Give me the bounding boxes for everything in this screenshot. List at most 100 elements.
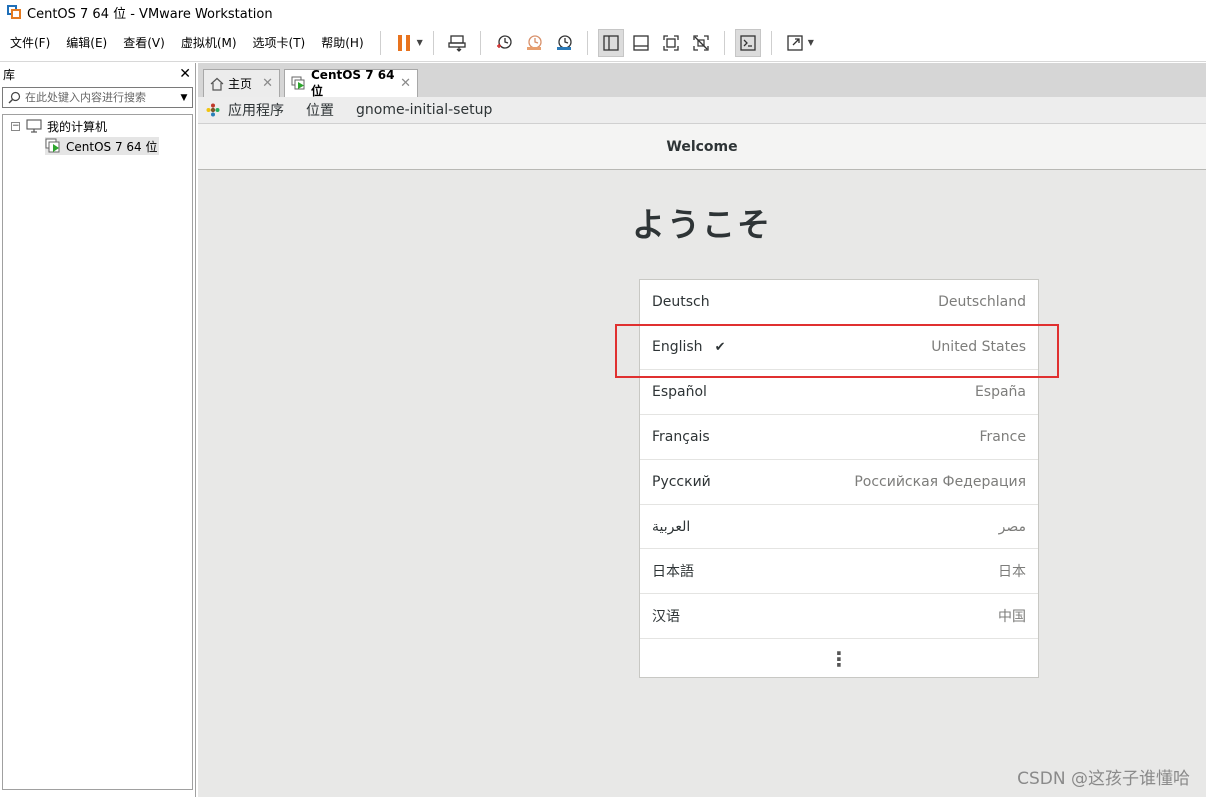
home-icon [210,77,224,91]
menu-edit[interactable]: 编辑(E) [58,24,115,62]
menu-file[interactable]: 文件(F) [0,24,58,62]
library-search-input[interactable] [25,91,176,104]
title-bar: CentOS 7 64 位 - VMware Workstation [0,0,1206,24]
language-row-chinese[interactable]: 汉语 中国 [640,594,1038,639]
app-menu-label: gnome-initial-setup [356,102,493,118]
language-row-russian[interactable]: Русский Российская Федерация [640,460,1038,505]
guest-display[interactable]: 应用程序 位置 gnome-initial-setup Welcome ようこそ… [198,97,1206,797]
language-region: Deutschland [938,294,1026,310]
tab-label: CentOS 7 64 位 [311,68,395,98]
header-title: Welcome [666,138,738,155]
tab-strip: 主页 ✕ CentOS 7 64 位 ✕ [198,63,1206,98]
toolbar-separator [479,30,481,55]
revert-snapshot-icon [526,34,542,50]
app-menu[interactable]: gnome-initial-setup [356,102,492,118]
close-tab-icon[interactable]: ✕ [400,76,411,91]
places-menu[interactable]: 位置 [306,100,334,120]
stretch-icon [787,34,803,51]
unity-button[interactable] [688,29,714,57]
pause-dropdown-icon[interactable]: ▼ [417,38,423,47]
menu-vm[interactable]: 虚拟机(M) [173,24,245,62]
stretch-button[interactable] [782,29,808,57]
library-view-icon [603,34,619,51]
toolbar-separator [770,30,772,55]
menu-tabs[interactable]: 选项卡(T) [245,24,314,62]
vm-running-icon [45,138,60,153]
library-close-icon[interactable]: ✕ [179,67,191,81]
vmware-logo-icon [7,5,21,19]
library-title: 库 [3,67,16,82]
tab-vm[interactable]: CentOS 7 64 位 ✕ [284,68,418,98]
library-search: ▼ [2,87,193,108]
thumbnail-bar-button[interactable] [628,29,654,57]
language-region: United States [931,339,1026,355]
setup-header-bar: Welcome [198,124,1206,170]
tree-item-label: 我的计算机 [47,119,108,134]
language-region: 中国 [998,609,1026,625]
gnome-top-bar: 应用程序 位置 gnome-initial-setup [198,97,1206,124]
send-ctrl-alt-del-button[interactable] [444,29,470,57]
fullscreen-icon [663,34,679,51]
applications-label: 应用程序 [228,103,284,119]
welcome-heading: ようこそ [632,205,772,244]
close-tab-icon[interactable]: ✕ [262,76,273,91]
pause-button[interactable] [391,29,417,57]
menu-view[interactable]: 查看(V) [115,24,173,62]
language-row-espanol[interactable]: Español España [640,370,1038,415]
revert-snapshot-button[interactable] [521,29,547,57]
language-name: 汉语 [652,609,680,625]
language-row-francais[interactable]: Français France [640,415,1038,460]
language-name: English [652,339,703,355]
snapshot-manager-icon [556,34,572,50]
tree-item-vm[interactable]: CentOS 7 64 位 [45,137,160,155]
library-tree: − 我的计算机 CentOS 7 64 位 [2,114,193,790]
window-title: CentOS 7 64 位 - VMware Workstation [27,6,273,22]
tree-item-my-computer[interactable]: − 我的计算机 [11,117,107,135]
toolbar-separator [586,30,588,55]
collapse-icon[interactable]: − [11,121,20,131]
applications-menu[interactable]: 应用程序 [206,100,284,120]
language-name-wrap: English ✔ [652,339,725,355]
language-name: Deutsch [652,294,710,310]
search-dropdown-icon[interactable]: ▼ [176,93,192,103]
language-name: Русский [652,474,711,490]
language-region: France [979,429,1026,445]
toolbar-separator [379,30,381,55]
thumbnail-bar-icon [633,34,649,51]
library-view-button[interactable] [597,28,624,57]
language-row-japanese[interactable]: 日本語 日本 [640,549,1038,594]
search-icon [3,91,25,104]
language-region: Российская Федерация [854,474,1026,490]
tab-home[interactable]: 主页 ✕ [203,69,280,97]
console-icon [740,34,756,51]
vm-running-icon [291,76,307,91]
language-region: مصر [998,518,1026,535]
language-region: España [974,384,1026,400]
applications-icon [206,103,220,117]
places-label: 位置 [306,103,334,119]
console-view-button[interactable] [734,28,761,57]
language-region: 日本 [998,564,1026,580]
snapshot-manager-button[interactable] [551,29,577,57]
stretch-dropdown-icon[interactable]: ▼ [808,38,814,47]
toolbar-separator [432,30,434,55]
checkmark-icon: ✔ [714,339,726,355]
language-row-deutsch[interactable]: Deutsch Deutschland [640,280,1038,325]
language-name: العربية [652,518,691,535]
watermark: CSDN @这孩子谁懂哈 [1017,769,1190,789]
tab-label: 主页 [228,77,253,91]
tree-item-label: CentOS 7 64 位 [66,139,158,154]
language-list: Deutsch Deutschland English ✔ United Sta… [639,279,1039,678]
take-snapshot-button[interactable] [491,29,517,57]
language-row-arabic[interactable]: العربية مصر [640,505,1038,549]
menu-help[interactable]: 帮助(H) [313,24,371,62]
language-row-english[interactable]: English ✔ United States [640,325,1038,370]
library-panel: 库 ✕ ▼ − 我的计算机 CentOS 7 64 位 [0,63,196,797]
toolbar-separator [723,30,725,55]
library-header: 库 ✕ [0,63,195,85]
language-name: Español [652,384,707,400]
language-name: Français [652,429,710,445]
snapshot-icon [496,34,512,49]
more-languages-button[interactable]: ⋮ [640,639,1038,679]
fullscreen-button[interactable] [658,29,684,57]
